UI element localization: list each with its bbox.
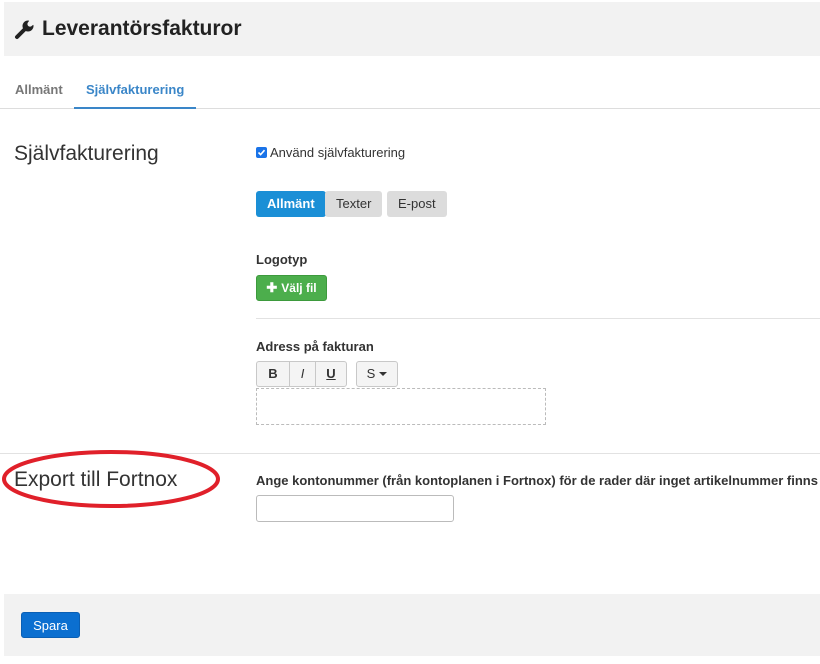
self-billing-checkbox-row[interactable]: Använd självfakturering (256, 145, 405, 160)
style-dropdown-label: S (366, 366, 376, 381)
caret-down-icon (379, 372, 388, 376)
italic-button[interactable]: I (289, 361, 315, 387)
choose-file-label: Välj fil (281, 281, 317, 295)
style-dropdown-button[interactable]: S (356, 361, 398, 387)
subtab-e-post[interactable]: E-post (387, 191, 447, 217)
account-number-input[interactable] (256, 495, 454, 522)
self-billing-checkbox[interactable] (256, 147, 267, 158)
section-title-self-billing: Självfakturering (14, 142, 159, 165)
account-number-label: Ange kontonummer (från kontoplanen i For… (256, 473, 818, 488)
self-billing-checkbox-label: Använd självfakturering (270, 145, 406, 160)
plus-icon: ✚ (266, 280, 278, 295)
wrench-icon (14, 18, 36, 40)
choose-file-button[interactable]: ✚ Välj fil (256, 275, 327, 301)
save-button[interactable]: Spara (21, 612, 80, 638)
divider (256, 318, 820, 319)
tab-sjalvfakturering[interactable]: Självfakturering (74, 74, 197, 109)
bold-button[interactable]: B (256, 361, 289, 387)
editor-toolbar: B I U S (256, 361, 398, 387)
footer-bar (4, 594, 820, 656)
tab-allmant[interactable]: Allmänt (3, 74, 75, 107)
page-header: Leverantörsfakturor (4, 2, 820, 56)
address-label: Adress på fakturan (256, 339, 374, 354)
tab-bar: Allmänt Självfakturering (0, 74, 820, 109)
underline-button[interactable]: U (315, 361, 347, 387)
subtab-texter[interactable]: Texter (325, 191, 383, 217)
address-editor[interactable] (256, 388, 546, 425)
section-divider (0, 453, 820, 454)
format-button-group: B I U (256, 361, 347, 387)
page-title: Leverantörsfakturor (42, 17, 242, 40)
section-title-fortnox: Export till Fortnox (14, 468, 178, 491)
subtab-allmant[interactable]: Allmänt (256, 191, 326, 217)
logo-label: Logotyp (256, 252, 308, 267)
